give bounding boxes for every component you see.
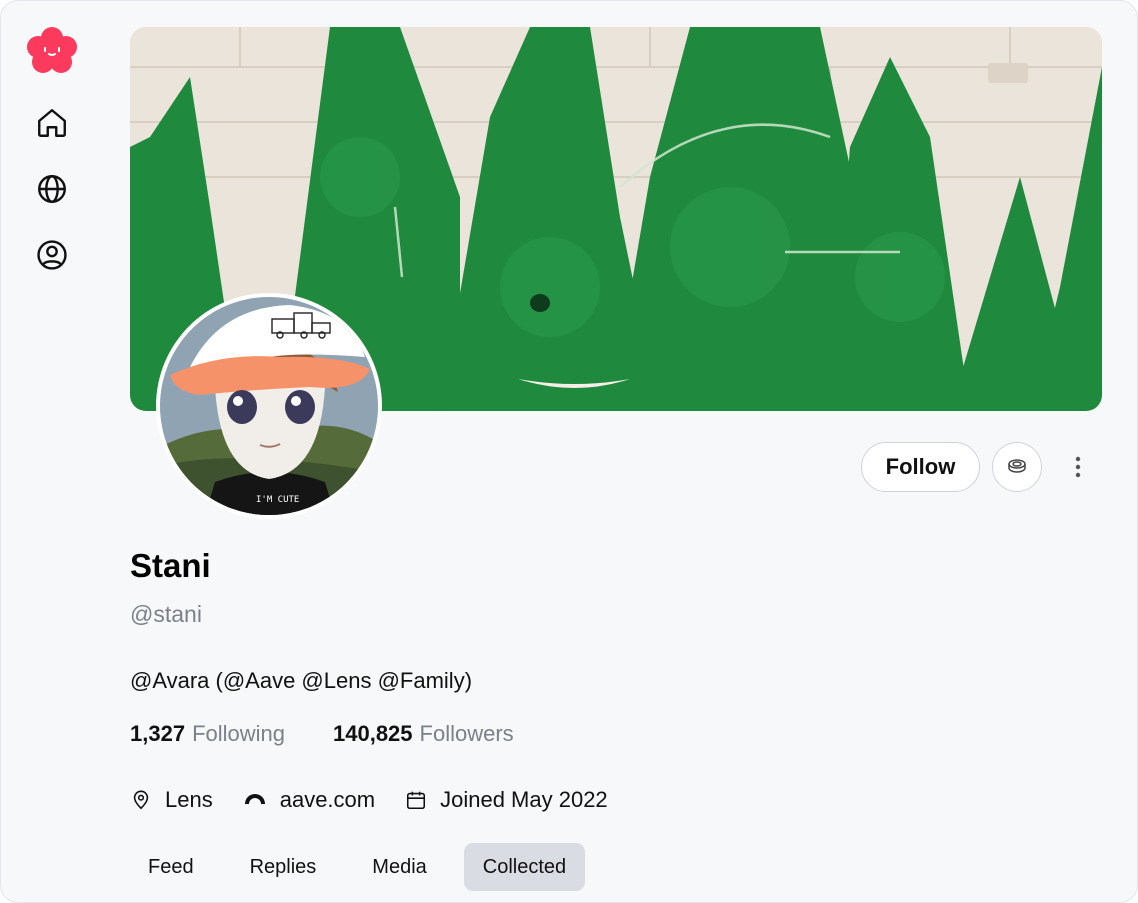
home-icon[interactable]	[34, 105, 70, 141]
avatar-shirt-text: I'M CUTE	[256, 495, 299, 505]
following-label: Following	[192, 721, 285, 746]
profile-tabs: Feed Replies Media Collected	[129, 843, 586, 891]
profile-bio: @Avara (@Aave @Lens @Family)	[130, 668, 473, 693]
joined-item: Joined May 2022	[405, 787, 608, 813]
followers-label: Followers	[419, 721, 514, 746]
tab-feed[interactable]: Feed	[129, 843, 213, 891]
following-count: 1,327	[130, 721, 186, 746]
profile-name: Stani	[130, 547, 211, 584]
location-item: Lens	[130, 787, 213, 813]
map-pin-icon	[133, 790, 149, 810]
website-item[interactable]: aave.com	[243, 787, 375, 813]
globe-icon[interactable]	[34, 171, 70, 207]
joined-text: Joined May 2022	[440, 787, 608, 812]
website-link[interactable]: aave.com	[280, 787, 375, 813]
profile-handle: @stani	[130, 601, 202, 627]
user-circle-icon[interactable]	[34, 237, 70, 273]
profile-stats: 1,327 Following 140,825 Followers	[130, 721, 514, 747]
follow-button[interactable]: Follow	[861, 442, 980, 492]
followers-count: 140,825	[333, 721, 413, 746]
tab-collected[interactable]: Collected	[463, 843, 586, 891]
app-frame: I'M CUTE Follow Stani @stani @Avara (@Aa…	[0, 0, 1138, 903]
tab-replies[interactable]: Replies	[231, 843, 336, 891]
location-text: Lens	[165, 787, 213, 812]
followers-stat[interactable]: 140,825 Followers	[333, 721, 514, 747]
following-stat[interactable]: 1,327 Following	[130, 721, 285, 747]
website-icon	[244, 794, 265, 806]
sidebar	[1, 1, 101, 902]
calendar-icon	[407, 791, 426, 810]
more-options-button[interactable]	[1063, 449, 1093, 485]
coins-icon	[1008, 459, 1026, 473]
profile-meta: Lens aave.com Joined May 2022	[130, 787, 638, 813]
tab-media[interactable]: Media	[353, 843, 445, 891]
collect-button[interactable]	[992, 442, 1042, 492]
more-vertical-icon	[1075, 456, 1081, 478]
lens-flower-logo-icon[interactable]	[27, 27, 77, 75]
profile-avatar[interactable]: I'M CUTE	[156, 293, 382, 519]
